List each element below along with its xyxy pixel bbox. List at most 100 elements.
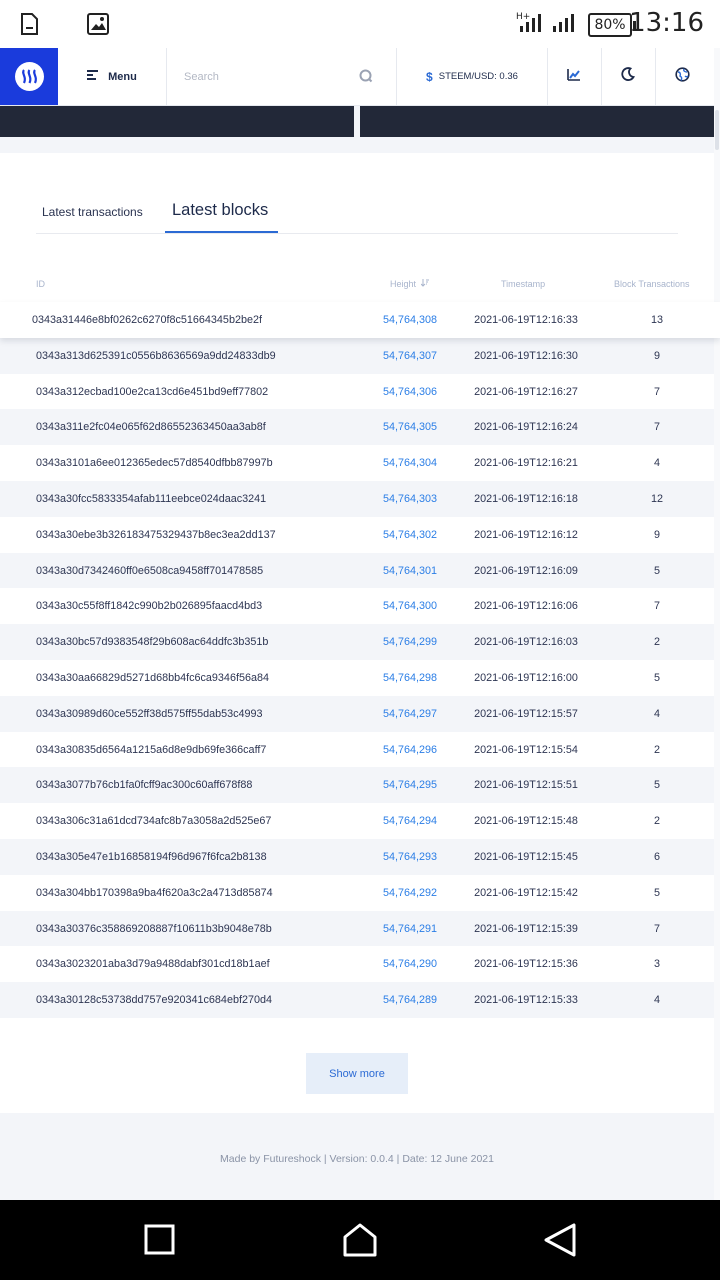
table-row[interactable]: 0343a30c55f8ff1842c990b2b026895faacd4bd3… [0, 588, 720, 624]
block-height-link[interactable]: 54,764,300 [383, 600, 437, 612]
block-id: 0343a31446e8bf0262c6270f8c51664345b2be2f [32, 314, 262, 326]
block-height-link[interactable]: 54,764,289 [383, 994, 437, 1006]
block-transaction-count: 7 [653, 421, 661, 434]
signal-icon: H+ [516, 10, 546, 39]
table-row[interactable]: 0343a313d625391c0556b8636569a9dd24833db9… [0, 337, 720, 374]
app-header: Menu $ STEEM/USD: 0.36 [0, 48, 714, 106]
block-timestamp: 2021-06-19T12:15:33 [474, 994, 578, 1007]
block-transaction-count: 9 [653, 528, 661, 541]
blocks-card: Latest transactions Latest blocks ID Hei… [0, 153, 720, 1113]
block-height-link[interactable]: 54,764,305 [383, 421, 437, 433]
column-header-transactions: Block Transactions [614, 279, 690, 289]
block-timestamp: 2021-06-19T12:16:21 [474, 457, 578, 470]
tab-latest-transactions[interactable]: Latest transactions [42, 205, 143, 242]
search-input[interactable] [182, 66, 356, 88]
column-header-timestamp: Timestamp [501, 279, 546, 289]
table-row[interactable]: 0343a30835d6564a1215a6d8e9db69fe366caff7… [0, 732, 720, 768]
block-height-link[interactable]: 54,764,294 [383, 815, 437, 827]
menu-label: Menu [108, 70, 137, 83]
table-row[interactable]: 0343a30d7342460ff0e6508ca9458ff701478585… [0, 552, 720, 589]
block-id: 0343a30835d6564a1215a6d8e9db69fe366caff7 [36, 743, 267, 756]
block-height-link[interactable]: 54,764,291 [383, 923, 437, 935]
block-transaction-count: 5 [653, 779, 661, 792]
column-header-height[interactable]: Height [390, 279, 429, 289]
block-height-link[interactable]: 54,764,308 [383, 314, 437, 326]
block-height-link[interactable]: 54,764,307 [383, 350, 437, 362]
block-transaction-count: 2 [653, 636, 661, 649]
block-transaction-count: 3 [653, 958, 661, 971]
block-timestamp: 2021-06-19T12:15:42 [474, 886, 578, 899]
clock: 13:16 [629, 8, 704, 38]
block-height-link[interactable]: 54,764,306 [383, 386, 437, 398]
table-row[interactable]: 0343a31446e8bf0262c6270f8c51664345b2be2f… [0, 302, 720, 338]
block-timestamp: 2021-06-19T12:16:18 [474, 492, 578, 505]
block-id: 0343a3101a6ee012365edec57d8540dfbb87997b [36, 457, 273, 470]
chart-button[interactable] [547, 48, 602, 105]
battery-icon: 80% [588, 13, 636, 37]
block-id: 0343a306c31a61dcd734afc8b7a3058a2d525e67 [36, 815, 272, 828]
block-transaction-count: 2 [653, 743, 661, 756]
block-height-link[interactable]: 54,764,301 [383, 565, 437, 577]
table-row[interactable]: 0343a3023201aba3d79a9488dabf301cd18b1aef… [0, 946, 720, 982]
block-height-link[interactable]: 54,764,295 [383, 779, 437, 791]
block-id: 0343a30ebe3b326183475329437b8ec3ea2dd137 [36, 528, 276, 541]
block-transaction-count: 5 [653, 564, 661, 577]
block-height-link[interactable]: 54,764,303 [383, 493, 437, 505]
block-height-link[interactable]: 54,764,304 [383, 457, 437, 469]
block-timestamp: 2021-06-19T12:16:00 [474, 671, 578, 684]
block-height-link[interactable]: 54,764,293 [383, 851, 437, 863]
steem-logo-button[interactable] [0, 48, 58, 105]
table-row[interactable]: 0343a306c31a61dcd734afc8b7a3058a2d525e67… [0, 803, 720, 839]
block-height-link[interactable]: 54,764,299 [383, 636, 437, 648]
block-timestamp: 2021-06-19T12:15:54 [474, 743, 578, 756]
table-row[interactable]: 0343a305e47e1b16858194f96d967f6fca2b8138… [0, 838, 720, 875]
block-timestamp: 2021-06-19T12:16:27 [474, 385, 578, 398]
block-height-link[interactable]: 54,764,298 [383, 672, 437, 684]
block-transaction-count: 4 [653, 707, 661, 720]
height-label: Height [390, 279, 417, 289]
table-row[interactable]: 0343a30bc57d9383548f29b608ac64ddfc3b351b… [0, 624, 720, 660]
block-transaction-count: 9 [653, 349, 661, 362]
footer: Made by Futureshock | Version: 0.0.4 | D… [0, 1131, 714, 1200]
show-more-button[interactable]: Show more [306, 1053, 408, 1094]
search-icon[interactable] [359, 69, 373, 88]
price-ticker: $ STEEM/USD: 0.36 [397, 48, 548, 105]
language-button[interactable] [655, 48, 709, 105]
block-height-link[interactable]: 54,764,302 [383, 529, 437, 541]
block-height-link[interactable]: 54,764,297 [383, 708, 437, 720]
search-bar [166, 48, 397, 105]
block-id: 0343a30989d60ce552ff38d575ff55dab53c4993 [36, 707, 263, 720]
block-transaction-count: 5 [653, 886, 661, 899]
block-height-link[interactable]: 54,764,296 [383, 744, 437, 756]
block-transaction-count: 4 [653, 457, 661, 470]
block-height-link[interactable]: 54,764,290 [383, 958, 437, 970]
table-row[interactable]: 0343a30989d60ce552ff38d575ff55dab53c4993… [0, 695, 720, 732]
block-id: 0343a311e2fc04e065f62d86552363450aa3ab8f [36, 421, 266, 434]
table-row[interactable]: 0343a312ecbad100e2ca13cd6e451bd9eff77802… [0, 374, 720, 410]
block-id: 0343a30aa66829d5271d68bb4fc6ca9346f56a84 [36, 671, 269, 684]
block-transaction-count: 6 [653, 850, 661, 863]
table-row[interactable]: 0343a30fcc5833354afab111eebce024daac3241… [0, 480, 720, 517]
scrollbar-track[interactable] [714, 48, 720, 1200]
table-row[interactable]: 0343a3077b76cb1fa0fcff9ac300c60aff678f88… [0, 767, 720, 804]
table-row[interactable]: 0343a30376c358869208887f10611b3b9048e78b… [0, 910, 720, 947]
block-timestamp: 2021-06-19T12:16:33 [474, 314, 578, 326]
table-row[interactable]: 0343a30ebe3b326183475329437b8ec3ea2dd137… [0, 517, 720, 553]
block-timestamp: 2021-06-19T12:15:45 [474, 850, 578, 863]
block-height-link[interactable]: 54,764,292 [383, 887, 437, 899]
table-row[interactable]: 0343a3101a6ee012365edec57d8540dfbb87997b… [0, 445, 720, 481]
recents-square-icon[interactable] [144, 1224, 176, 1261]
table-row[interactable]: 0343a304bb170398a9ba4f620a3c2a4713d85874… [0, 875, 720, 911]
block-id: 0343a30376c358869208887f10611b3b9048e78b [36, 922, 272, 935]
table-row[interactable]: 0343a311e2fc04e065f62d86552363450aa3ab8f… [0, 409, 720, 446]
menu-button[interactable]: Menu [58, 48, 167, 105]
back-triangle-icon[interactable] [542, 1222, 578, 1263]
table-row[interactable]: 0343a30128c53738dd757e920341c684ebf270d4… [0, 982, 720, 1018]
chart-icon [567, 68, 581, 86]
home-icon[interactable] [342, 1222, 378, 1263]
dark-mode-button[interactable] [601, 48, 656, 105]
block-transaction-count: 5 [653, 671, 661, 684]
scrollbar-thumb[interactable] [715, 110, 719, 150]
block-transaction-count: 12 [650, 492, 664, 505]
table-row[interactable]: 0343a30aa66829d5271d68bb4fc6ca9346f56a84… [0, 660, 720, 696]
